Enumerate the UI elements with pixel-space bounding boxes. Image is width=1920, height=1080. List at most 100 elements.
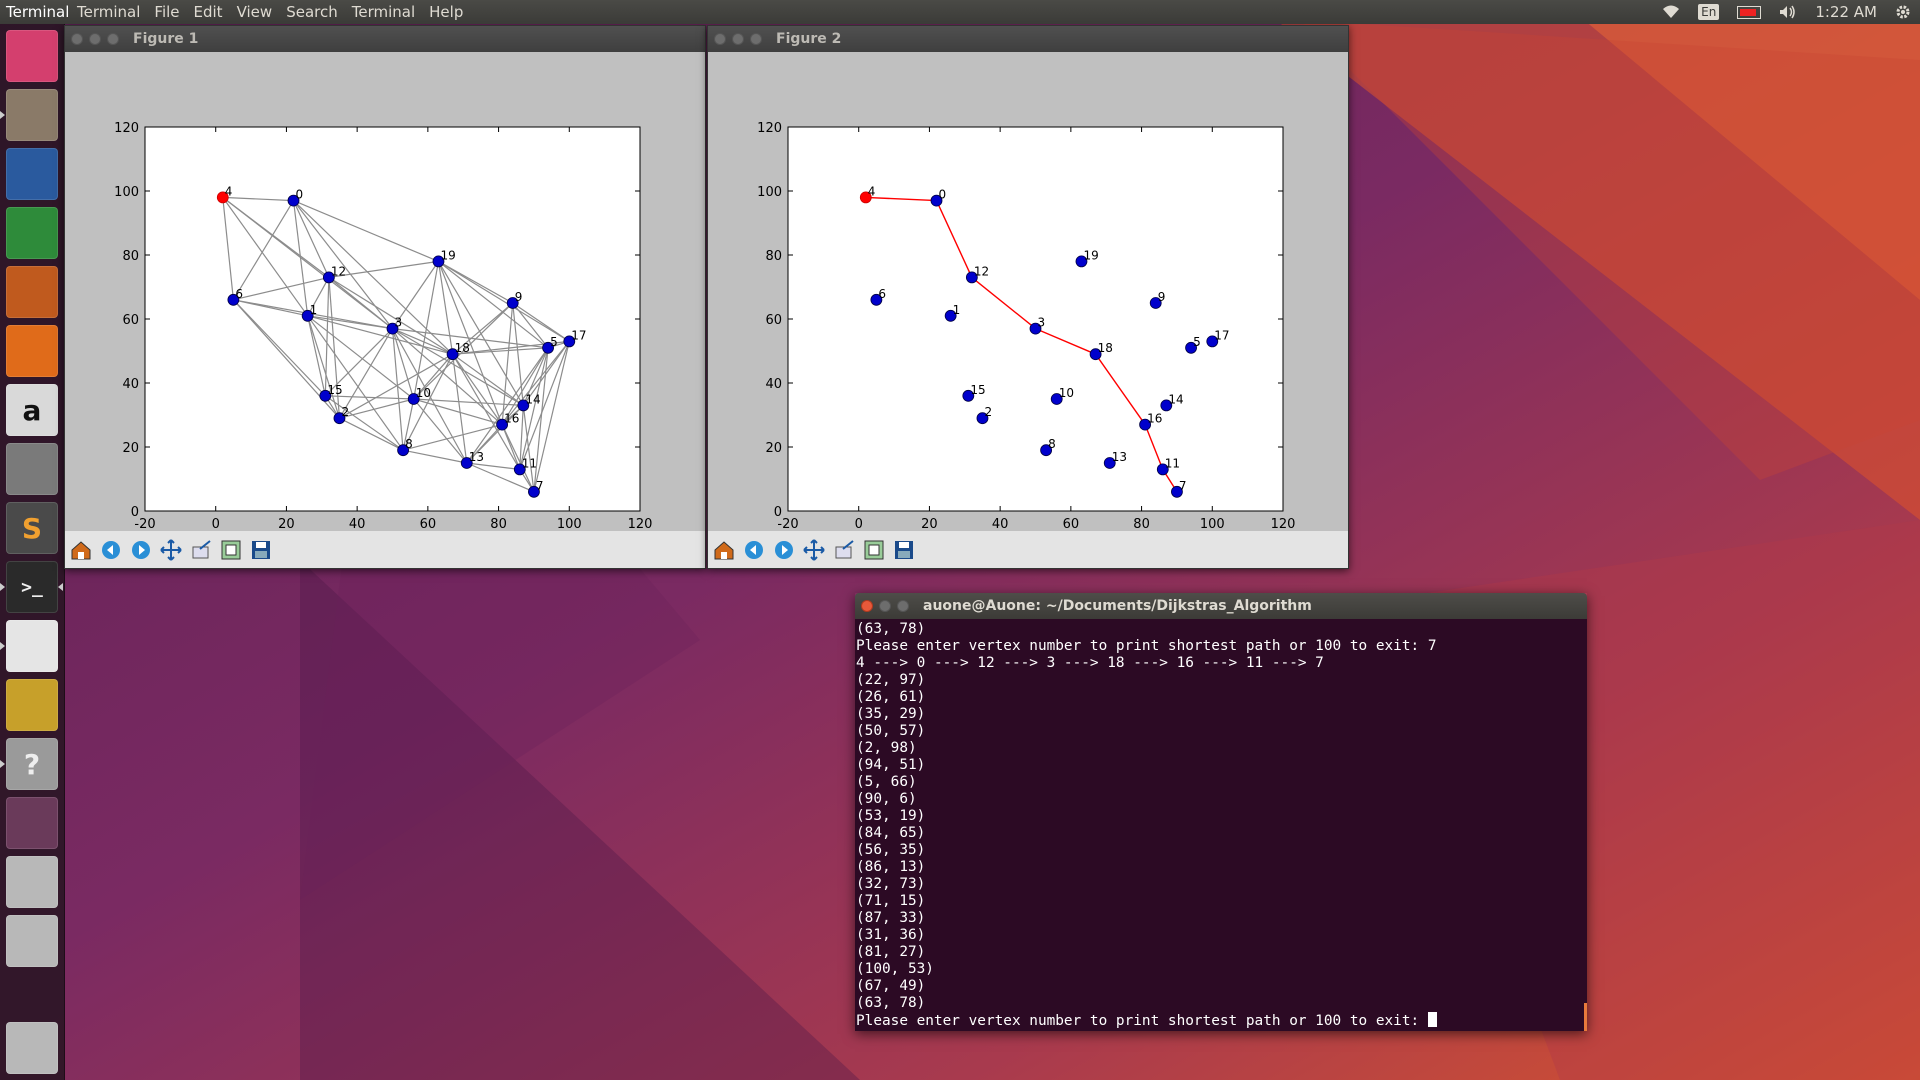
sublime-text-icon[interactable]: S [6,502,58,554]
scrollbar[interactable] [1584,1003,1587,1031]
chrome-icon[interactable] [6,620,58,672]
terminal-line: (50, 57) [856,723,926,739]
maximize-button[interactable] [750,33,762,45]
figure-2-window: Figure 2 -20 0 20 40 60 80 100 120 0 20 40 60 80 100 1… [707,25,1349,569]
home-icon[interactable] [712,538,736,562]
menu-help[interactable]: Help [422,3,470,21]
y-tick-label: 80 [765,249,782,264]
terminal-line: (87, 33) [856,910,926,926]
node-label: 1 [953,303,961,317]
forward-icon[interactable] [772,538,796,562]
terminal-line: (2, 98) [856,740,917,756]
y-tick-label: 40 [765,377,782,392]
node-label: 14 [525,392,540,406]
x-tick-label: 120 [628,517,653,532]
matplotlib-toolbar [65,531,705,568]
minimize-button[interactable] [732,33,744,45]
terminal-icon[interactable]: >_ [6,561,58,613]
menu-bar: Terminal File Edit View Search Terminal … [70,3,470,21]
menu-file[interactable]: File [147,3,186,21]
y-tick-label: 60 [122,313,139,328]
amazon-icon[interactable]: a [6,384,58,436]
node-label: 3 [395,316,403,330]
y-tick-label: 120 [114,121,139,136]
terminal-line: (53, 19) [856,808,926,824]
node-label: 2 [984,405,992,419]
menu-search[interactable]: Search [279,3,345,21]
save-icon[interactable] [892,538,916,562]
settings-icon[interactable] [6,443,58,495]
minimize-button[interactable] [89,33,101,45]
writer-icon[interactable] [6,148,58,200]
menu-edit[interactable]: Edit [187,3,230,21]
node-label: 11 [522,456,537,470]
terminal-output[interactable]: (63, 78) Please enter vertex number to pr… [855,619,1587,1031]
node-label: 17 [1214,328,1229,342]
drive2-icon[interactable] [6,915,58,967]
x-tick-label: 0 [855,517,863,532]
pan-icon[interactable] [802,538,826,562]
node-label: 18 [455,341,470,355]
configure-subplots-icon[interactable] [219,538,243,562]
node-label: 2 [341,405,349,419]
maximize-button[interactable] [107,33,119,45]
close-button[interactable] [861,600,873,612]
shortest-path-plot[interactable]: -20 0 20 40 60 80 100 1200204060801001200123456… [708,53,1348,558]
plot-area [144,126,641,512]
terminal-line: (63, 78) [856,621,926,637]
forward-icon[interactable] [129,538,153,562]
wifi-icon[interactable] [1653,5,1689,19]
clock[interactable]: 1:22 AM [1806,3,1886,21]
node-label: 10 [416,386,431,400]
help-icon[interactable]: ? [6,738,58,790]
node-label: 9 [1158,290,1166,304]
close-button[interactable] [71,33,83,45]
terminal-prompt-line[interactable]: Please enter vertex number to print shor… [856,1012,1587,1029]
terminal-line: (81, 27) [856,944,926,960]
node-label: 16 [1147,412,1162,426]
drive-icon[interactable] [6,856,58,908]
minimize-button[interactable] [879,600,891,612]
node-label: 12 [331,264,346,278]
help-glyph: ? [23,747,41,781]
terminal-glyph: >_ [21,576,43,598]
workspace-switcher-icon[interactable] [6,797,58,849]
terminal-window: auone@Auone: ~/Documents/Dijkstras_Algor… [855,593,1587,1031]
terminal-line: (94, 51) [856,757,926,773]
menu-view[interactable]: View [230,3,280,21]
menu-terminal-2[interactable]: Terminal [345,3,422,21]
close-button[interactable] [714,33,726,45]
battery-icon[interactable] [1728,5,1770,19]
back-icon[interactable] [742,538,766,562]
keyboard-layout-indicator[interactable]: En [1689,4,1728,20]
gear-icon[interactable] [1886,4,1920,20]
oscilloscope-icon[interactable] [6,679,58,731]
terminal-line: (26, 61) [856,689,926,705]
pan-icon[interactable] [159,538,183,562]
home-icon[interactable] [69,538,93,562]
terminal-line: 4 ---> 0 ---> 12 ---> 3 ---> 18 ---> 16 … [856,655,1324,671]
graph-plot[interactable]: -20 0 20 40 60 80 100 1200204060801001200123456… [65,53,705,558]
menu-terminal[interactable]: Terminal [70,3,147,21]
configure-subplots-icon[interactable] [862,538,886,562]
node-label: 7 [1179,479,1187,493]
terminal-line: (31, 36) [856,927,926,943]
zoom-rect-icon[interactable] [189,538,213,562]
impress-icon[interactable] [6,266,58,318]
zoom-rect-icon[interactable] [832,538,856,562]
software-center-icon[interactable] [6,325,58,377]
node-label: 6 [878,287,886,301]
amazon-glyph: a [22,393,42,427]
calc-icon[interactable] [6,207,58,259]
volume-icon[interactable] [1770,5,1806,19]
x-tick-label: 80 [1133,517,1150,532]
dash-icon[interactable] [6,30,58,82]
maximize-button[interactable] [897,600,909,612]
window-title: Figure 1 [133,31,199,47]
node-label: 5 [550,335,558,349]
save-icon[interactable] [249,538,273,562]
running-indicator [0,760,5,768]
files-icon[interactable] [6,89,58,141]
trash-icon[interactable] [6,1022,58,1074]
back-icon[interactable] [99,538,123,562]
